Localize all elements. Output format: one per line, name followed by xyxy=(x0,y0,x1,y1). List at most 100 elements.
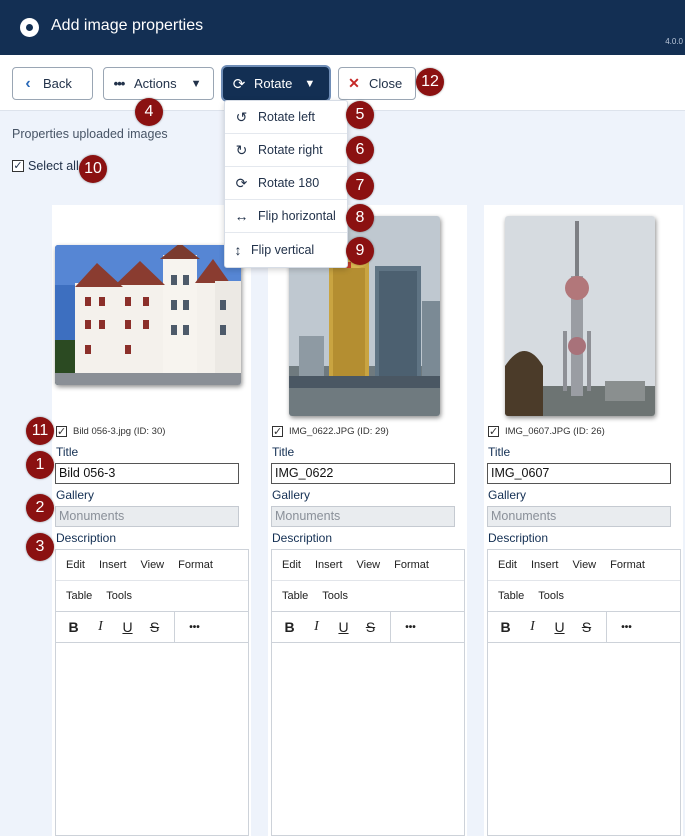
editor-menubar: Edit Insert View Format xyxy=(488,550,680,581)
gallery-label: Gallery xyxy=(56,488,95,502)
filename-text: IMG_0622.JPG (ID: 29) xyxy=(289,426,389,437)
menu-tools[interactable]: Tools xyxy=(106,590,132,602)
menu-item-rotate-180[interactable]: ⟳ Rotate 180 xyxy=(225,167,347,200)
checkbox-checked-icon[interactable]: ✓ xyxy=(488,426,499,438)
menu-item-rotate-right[interactable]: ↻ Rotate right xyxy=(225,134,347,167)
menu-item-label: Flip vertical xyxy=(251,242,315,257)
editor-format-toolbar: B I U S ••• xyxy=(56,611,248,643)
callout-badge: 4 xyxy=(135,98,163,126)
close-icon: ✕ xyxy=(348,75,360,91)
arrows-vertical-icon: ↕ xyxy=(234,241,242,258)
menu-view[interactable]: View xyxy=(356,559,380,571)
toolbar-divider xyxy=(390,611,391,643)
filename-text: IMG_0607.JPG (ID: 26) xyxy=(505,426,605,437)
menu-item-flip-horizontal[interactable]: ↔ Flip horizontal xyxy=(225,200,347,233)
more-button[interactable]: ••• xyxy=(397,622,424,633)
editor-menubar: Edit Insert View Format xyxy=(272,550,464,581)
menu-edit[interactable]: Edit xyxy=(66,559,85,571)
description-label: Description xyxy=(272,531,333,545)
strikethrough-button[interactable]: S xyxy=(141,619,168,635)
editor-format-toolbar: B I U S ••• xyxy=(488,611,680,643)
more-button[interactable]: ••• xyxy=(181,622,208,633)
menu-edit[interactable]: Edit xyxy=(282,559,301,571)
menu-item-label: Rotate left xyxy=(258,110,315,124)
close-button[interactable]: ✕ Close xyxy=(338,67,416,100)
rotate-button[interactable]: ⟳ Rotate ▼ xyxy=(223,67,329,100)
menu-item-flip-vertical[interactable]: ↕ Flip vertical xyxy=(225,233,347,266)
menu-edit[interactable]: Edit xyxy=(498,559,517,571)
checkbox-checked-icon[interactable]: ✓ xyxy=(272,426,283,438)
rotate-label: Rotate xyxy=(254,76,293,91)
callout-badge: 10 xyxy=(79,155,107,183)
close-label: Close xyxy=(369,76,403,91)
ellipsis-icon: ••• xyxy=(113,76,126,91)
actions-button[interactable]: ••• Actions ▼ xyxy=(103,67,214,100)
menu-insert[interactable]: Insert xyxy=(99,559,127,571)
title-label: Title xyxy=(56,445,79,459)
sync-icon: ⟳ xyxy=(232,75,246,93)
title-input[interactable]: IMG_0622 xyxy=(271,463,455,484)
menu-format[interactable]: Format xyxy=(178,559,213,571)
filename-text: Bild 056-3.jpg (ID: 30) xyxy=(73,426,166,437)
description-label: Description xyxy=(56,531,117,545)
italic-button[interactable]: I xyxy=(303,619,330,635)
toolbar-divider xyxy=(174,611,175,643)
description-editor[interactable]: Edit Insert View Format Table Tools B I … xyxy=(271,549,465,836)
header-bar: Add image properties 4.0.0 xyxy=(0,0,685,55)
underline-button[interactable]: U xyxy=(546,619,573,635)
joomla-logo-icon xyxy=(20,18,39,37)
image-thumbnail xyxy=(55,245,241,385)
menu-item-rotate-left[interactable]: ↺ Rotate left xyxy=(225,101,347,134)
section-label: Properties uploaded images xyxy=(12,127,168,141)
description-editor[interactable]: Edit Insert View Format Table Tools B I … xyxy=(487,549,681,836)
menu-format[interactable]: Format xyxy=(394,559,429,571)
menu-view[interactable]: View xyxy=(572,559,596,571)
menu-insert[interactable]: Insert xyxy=(315,559,343,571)
italic-button[interactable]: I xyxy=(519,619,546,635)
sync-icon: ⟳ xyxy=(235,174,248,191)
checkbox-checked-icon[interactable]: ✓ xyxy=(56,426,67,438)
italic-button[interactable]: I xyxy=(87,619,114,635)
title-label: Title xyxy=(488,445,511,459)
select-all-label: Select all xyxy=(28,159,79,173)
menu-item-label: Rotate 180 xyxy=(258,176,320,190)
gallery-input: Monuments xyxy=(55,506,239,527)
image-card: ✓ IMG_0607.JPG (ID: 26) Title IMG_0607 G… xyxy=(484,205,683,836)
menu-table[interactable]: Table xyxy=(498,590,524,602)
underline-button[interactable]: U xyxy=(114,619,141,635)
arrows-horizontal-icon: ↔ xyxy=(234,208,249,224)
menu-table[interactable]: Table xyxy=(282,590,308,602)
title-input[interactable]: Bild 056-3 xyxy=(55,463,239,484)
title-input[interactable]: IMG_0607 xyxy=(487,463,671,484)
menu-view[interactable]: View xyxy=(140,559,164,571)
bold-button[interactable]: B xyxy=(492,619,519,635)
editor-menubar-2: Table Tools xyxy=(488,581,680,612)
menu-tools[interactable]: Tools xyxy=(322,590,348,602)
back-button[interactable]: ‹ Back xyxy=(12,67,93,100)
menu-table[interactable]: Table xyxy=(66,590,92,602)
editor-menubar-2: Table Tools xyxy=(272,581,464,612)
callout-badge: 11 xyxy=(26,417,54,445)
select-all-checkbox[interactable]: ✓ Select all xyxy=(12,159,79,173)
underline-button[interactable]: U xyxy=(330,619,357,635)
gallery-input: Monuments xyxy=(487,506,671,527)
image-thumbnail xyxy=(505,216,655,416)
image-filename: ✓ IMG_0607.JPG (ID: 26) xyxy=(488,426,605,438)
chevron-down-icon: ▼ xyxy=(304,77,316,90)
back-label: Back xyxy=(43,76,72,91)
bold-button[interactable]: B xyxy=(60,619,87,635)
menu-insert[interactable]: Insert xyxy=(531,559,559,571)
strikethrough-button[interactable]: S xyxy=(573,619,600,635)
bold-button[interactable]: B xyxy=(276,619,303,635)
actions-label: Actions xyxy=(134,76,177,91)
more-button[interactable]: ••• xyxy=(613,622,640,633)
strikethrough-button[interactable]: S xyxy=(357,619,384,635)
rotate-right-icon: ↻ xyxy=(235,141,248,158)
callout-badge: 3 xyxy=(26,533,54,561)
menu-format[interactable]: Format xyxy=(610,559,645,571)
menu-tools[interactable]: Tools xyxy=(538,590,564,602)
title-label: Title xyxy=(272,445,295,459)
description-editor[interactable]: Edit Insert View Format Table Tools B I … xyxy=(55,549,249,836)
callout-badge: 7 xyxy=(346,172,374,200)
callout-badge: 1 xyxy=(26,451,54,479)
